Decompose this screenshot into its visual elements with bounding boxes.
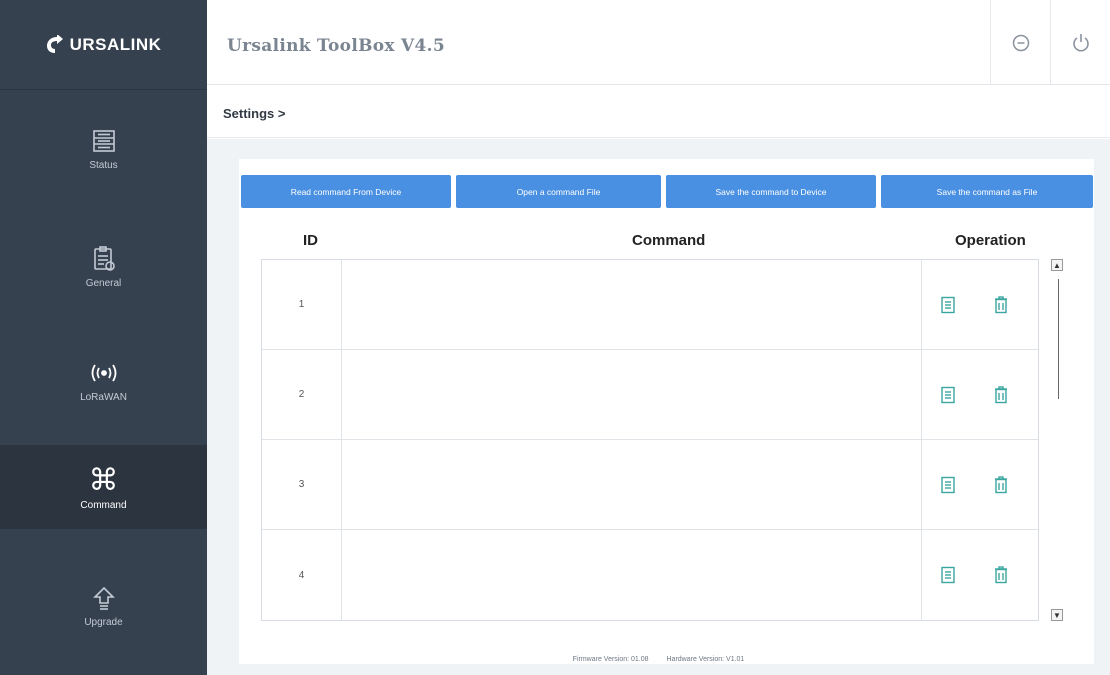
scroll-down-icon[interactable]: ▼ (1051, 609, 1063, 621)
sidebar-item-label: Command (80, 499, 127, 511)
table-row: 1 (262, 260, 1038, 350)
delete-icon[interactable] (994, 476, 1008, 494)
command-table: 1 2 3 4 (261, 259, 1039, 621)
table-row: 2 (262, 350, 1038, 440)
operation-cell (922, 350, 1038, 439)
open-command-file-button[interactable]: Open a command File (456, 175, 661, 208)
delete-icon[interactable] (994, 296, 1008, 314)
sidebar: URSALINK Status General LoRaWAN ⌘ Comman… (0, 0, 207, 675)
app-title: Ursalink ToolBox V4.5 (227, 36, 446, 56)
breadcrumb-text: Settings > (223, 106, 286, 121)
column-header-operation: Operation (955, 232, 1026, 249)
operation-cell (922, 440, 1038, 529)
logo-bar: URSALINK (0, 0, 207, 90)
ursalink-mark-icon (46, 34, 63, 53)
command-cell[interactable] (342, 350, 922, 439)
read-command-button[interactable]: Read command From Device (241, 175, 451, 208)
row-id: 4 (262, 530, 342, 620)
hardware-version: Hardware Version: V1.01 (666, 656, 745, 663)
edit-icon[interactable] (940, 386, 956, 404)
row-id: 1 (262, 260, 342, 349)
table-scrollbar[interactable]: ▲ ▼ (1051, 259, 1063, 621)
firmware-version: Firmware Version: 01.08 (572, 656, 649, 663)
power-icon (1072, 33, 1089, 51)
operation-cell (922, 530, 1038, 620)
sidebar-item-label: Upgrade (84, 616, 123, 628)
brand-logo: URSALINK (46, 34, 162, 55)
edit-icon[interactable] (940, 566, 956, 584)
operation-cell (922, 260, 1038, 349)
sidebar-item-upgrade[interactable]: Upgrade (0, 562, 207, 646)
main-content: Read command From Device Open a command … (207, 139, 1110, 675)
minimize-icon (1012, 34, 1029, 51)
edit-icon[interactable] (940, 476, 956, 494)
status-icon (91, 124, 117, 158)
toolbar: Read command From Device Open a command … (241, 175, 1093, 208)
sidebar-item-command[interactable]: ⌘ Command (0, 445, 207, 529)
column-header-id: ID (303, 232, 318, 249)
table-row: 4 (262, 530, 1038, 620)
save-to-device-button[interactable]: Save the command to Device (666, 175, 876, 208)
sidebar-item-label: LoRaWAN (80, 391, 127, 403)
row-id: 3 (262, 440, 342, 529)
table-row: 3 (262, 440, 1038, 530)
save-as-file-button[interactable]: Save the command as File (881, 175, 1093, 208)
logo-text: URSALINK (69, 34, 162, 54)
upgrade-icon (92, 581, 116, 615)
sidebar-item-label: Status (89, 159, 118, 171)
command-cell[interactable] (342, 530, 922, 620)
top-header: Ursalink ToolBox V4.5 (207, 0, 1110, 85)
wireless-icon (87, 356, 121, 390)
general-icon (91, 242, 117, 276)
edit-icon[interactable] (940, 296, 956, 314)
minimize-button[interactable] (990, 0, 1050, 85)
command-cell[interactable] (342, 260, 922, 349)
sidebar-item-lorawan[interactable]: LoRaWAN (0, 337, 207, 421)
command-panel: Read command From Device Open a command … (239, 159, 1094, 664)
scroll-thumb[interactable] (1055, 279, 1059, 399)
breadcrumb: Settings > (207, 86, 1110, 138)
row-id: 2 (262, 350, 342, 439)
command-cell[interactable] (342, 440, 922, 529)
command-icon: ⌘ (88, 462, 119, 498)
delete-icon[interactable] (994, 566, 1008, 584)
scroll-up-icon[interactable]: ▲ (1051, 259, 1063, 271)
delete-icon[interactable] (994, 386, 1008, 404)
version-footer: Firmware Version: 01.08 Hardware Version… (207, 656, 1110, 663)
column-header-command: Command (632, 232, 706, 249)
sidebar-item-status[interactable]: Status (0, 105, 207, 189)
power-button[interactable] (1050, 0, 1110, 85)
sidebar-item-general[interactable]: General (0, 223, 207, 307)
sidebar-item-label: General (85, 277, 122, 289)
